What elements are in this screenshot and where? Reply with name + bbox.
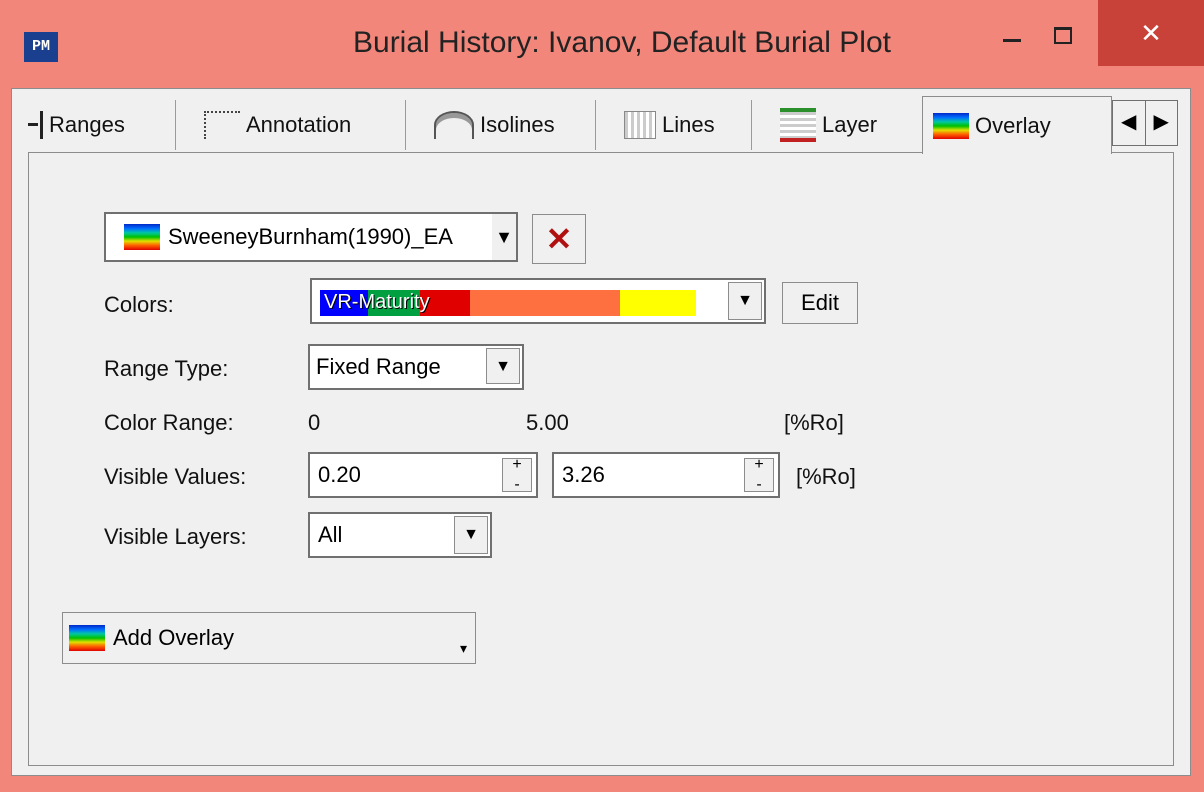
tab-label: Overlay bbox=[975, 112, 1051, 138]
color-range-max: 5.00 bbox=[526, 410, 569, 435]
color-range-unit: [%Ro] bbox=[784, 410, 844, 435]
close-button[interactable]: ✕ bbox=[1098, 0, 1204, 66]
chevron-down-icon[interactable]: ▼ bbox=[454, 516, 488, 554]
visible-max-value: 3.26 bbox=[562, 462, 605, 487]
chevron-down-icon[interactable]: ▼ bbox=[728, 282, 762, 320]
tab-ranges[interactable]: Ranges bbox=[28, 100, 176, 150]
visible-layers-value: All bbox=[318, 522, 343, 547]
color-range-label: Color Range: bbox=[104, 410, 234, 435]
isolines-icon bbox=[434, 111, 474, 139]
visible-min-stepper[interactable]: 0.20 bbox=[308, 452, 538, 498]
add-overlay-label: Add Overlay bbox=[113, 625, 235, 650]
window-title: Burial History: Ivanov, Default Burial P… bbox=[353, 26, 891, 59]
visible-values-label: Visible Values: bbox=[104, 464, 247, 489]
colors-dropdown[interactable]: VR-Maturity ▼ bbox=[310, 278, 766, 324]
tab-isolines[interactable]: Isolines bbox=[406, 100, 596, 150]
tab-label: Layer bbox=[822, 112, 878, 137]
range-type-label: Range Type: bbox=[104, 356, 229, 381]
color-range-min: 0 bbox=[308, 410, 321, 435]
maximize-button[interactable] bbox=[1044, 18, 1080, 54]
visible-max-stepper[interactable]: 3.26 bbox=[552, 452, 780, 498]
tab-lines[interactable]: Lines bbox=[596, 100, 752, 150]
lines-icon bbox=[624, 111, 656, 139]
tab-label: Ranges bbox=[49, 112, 125, 137]
visible-values-unit: [%Ro] bbox=[796, 464, 856, 489]
overlay-selected-label: SweeneyBurnham(1990)_EA bbox=[168, 224, 453, 249]
dropdown-caret-icon: ▾ bbox=[459, 640, 467, 656]
chevron-down-icon[interactable]: ▼ bbox=[486, 348, 520, 384]
ranges-icon bbox=[28, 111, 43, 139]
tab-scroll-left-icon[interactable]: ◀ bbox=[1113, 101, 1146, 145]
tab-overlay[interactable]: Overlay bbox=[922, 96, 1112, 154]
annotation-icon bbox=[204, 111, 240, 139]
overlay-select[interactable]: SweeneyBurnham(1990)_EA bbox=[104, 212, 492, 262]
tab-label: Isolines bbox=[480, 112, 555, 137]
spin-buttons[interactable] bbox=[502, 457, 532, 493]
visible-layers-label: Visible Layers: bbox=[104, 524, 247, 549]
tab-annotation[interactable]: Annotation bbox=[176, 100, 406, 150]
title-bar[interactable]: PM Burial History: Ivanov, Default Buria… bbox=[0, 0, 1204, 88]
tab-scroll-right-icon[interactable]: ▶ bbox=[1146, 101, 1178, 145]
spin-buttons[interactable] bbox=[744, 457, 774, 493]
overlay-icon bbox=[124, 224, 160, 250]
edit-colors-button[interactable]: Edit bbox=[782, 282, 858, 324]
burial-history-window: PM Burial History: Ivanov, Default Buria… bbox=[0, 0, 1204, 792]
app-icon[interactable]: PM bbox=[24, 32, 58, 62]
range-type-dropdown[interactable]: Fixed Range ▼ bbox=[308, 344, 524, 390]
visible-layers-dropdown[interactable]: All ▼ bbox=[308, 512, 492, 558]
colors-label: Colors: bbox=[104, 292, 174, 317]
overlay-icon bbox=[933, 112, 969, 139]
range-type-value: Fixed Range bbox=[316, 354, 441, 379]
visible-min-value: 0.20 bbox=[318, 462, 361, 487]
tab-label: Annotation bbox=[246, 112, 352, 137]
tab-strip: Ranges Annotation Isolines Lines Layer O… bbox=[28, 96, 1178, 154]
add-overlay-button[interactable]: Add Overlay ▾ bbox=[62, 612, 476, 664]
tab-layer[interactable]: Layer bbox=[752, 100, 922, 150]
delete-overlay-button[interactable]: ✕ bbox=[532, 214, 586, 264]
tab-scroll-buttons: ◀ ▶ bbox=[1112, 100, 1178, 146]
minimize-button[interactable] bbox=[994, 18, 1030, 54]
tab-label: Lines bbox=[662, 112, 715, 137]
layer-icon bbox=[780, 108, 816, 142]
overlay-icon bbox=[69, 625, 105, 651]
color-scheme-name: VR-Maturity bbox=[324, 291, 430, 313]
chevron-down-icon[interactable]: ▼ bbox=[492, 212, 518, 262]
